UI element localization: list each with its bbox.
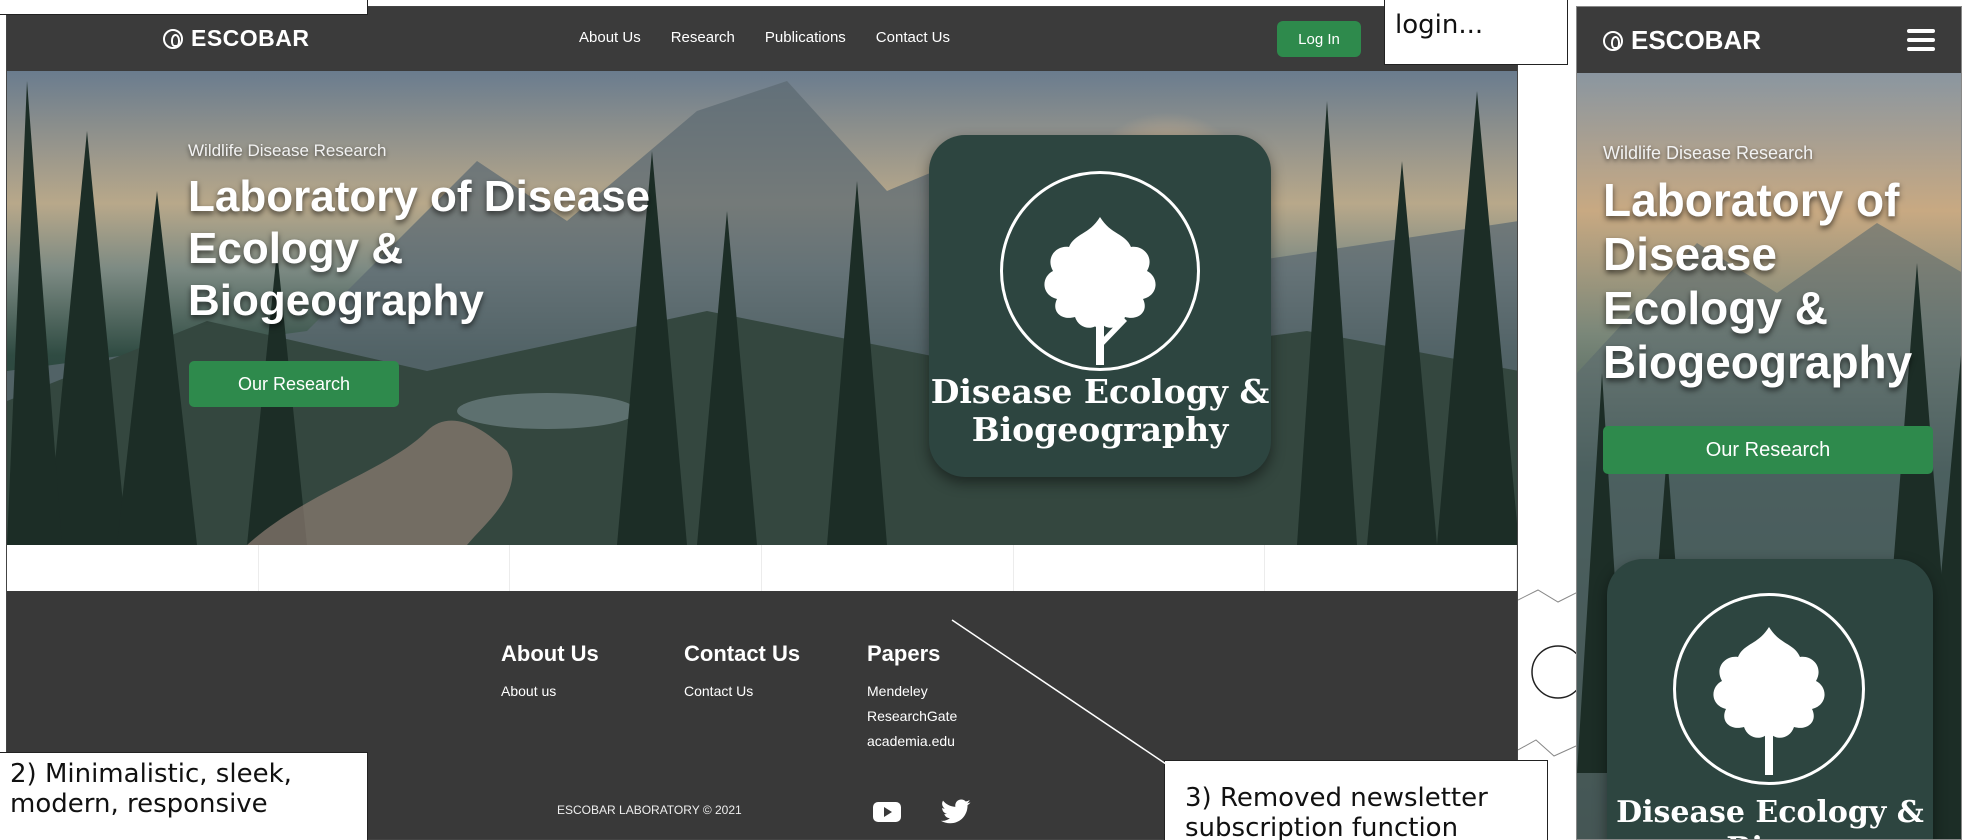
nav-research[interactable]: Research: [671, 29, 735, 46]
gear-sketch-decoration: [1518, 589, 1578, 757]
footer-col-contact: Contact Us Contact Us: [684, 641, 800, 704]
divider-strip: [7, 545, 1517, 591]
hamburger-menu-icon[interactable]: [1907, 29, 1935, 51]
annotation-note-1: login...: [1384, 0, 1568, 65]
hero-eyebrow: Wildlife Disease Research: [188, 141, 387, 160]
footer-link-academia[interactable]: academia.edu: [867, 729, 957, 754]
footer-heading-about: About Us: [501, 641, 599, 666]
footer-link-mendeley[interactable]: Mendeley: [867, 679, 957, 704]
mobile-brand-logo[interactable]: ESCOBAR: [1603, 25, 1761, 56]
footer-heading-papers: Papers: [867, 641, 941, 666]
annotation-note-1-text: login...: [1395, 10, 1484, 40]
our-research-button[interactable]: Our Research: [189, 361, 399, 407]
annotation-pointer-line: [951, 619, 1167, 765]
nav-publications[interactable]: Publications: [765, 29, 846, 46]
annotation-box-top-left: [0, 0, 368, 15]
leaf-logo-icon: [163, 28, 183, 49]
mobile-lab-emblem: Disease Ecology & Bio...: [1607, 559, 1933, 839]
mobile-navbar: ESCOBAR: [1577, 7, 1961, 73]
mobile-brand-name: ESCOBAR: [1631, 25, 1762, 55]
nav-contact-us[interactable]: Contact Us: [876, 29, 950, 46]
footer-link-about-us[interactable]: About us: [501, 679, 599, 704]
brand-logo[interactable]: ESCOBAR: [163, 25, 310, 52]
desktop-mockup: ESCOBAR About Us Research Publications C…: [6, 6, 1518, 840]
lab-emblem: Disease Ecology & Biogeography: [929, 135, 1271, 477]
main-menu: About Us Research Publications Contact U…: [579, 29, 950, 46]
login-button[interactable]: Log In: [1277, 21, 1361, 57]
annotation-note-3: 3) Removed newsletter subscription funct…: [1164, 760, 1548, 840]
mobile-mockup: ESCOBAR Wildlife Disease Research Labora…: [1576, 6, 1962, 840]
hero-section: Wildlife Disease Research Laboratory of …: [7, 71, 1517, 545]
hero-title: Laboratory of Disease Ecology & Biogeogr…: [188, 172, 651, 325]
footer-heading-contact: Contact Us: [684, 641, 801, 666]
leaf-logo-icon: [1603, 30, 1623, 51]
footer-col-papers: Papers Mendeley ResearchGate academia.ed…: [867, 641, 957, 754]
brand-name: ESCOBAR: [191, 25, 310, 51]
annotation-note-2: 2) Minimalistic, sleek, modern, responsi…: [0, 752, 368, 840]
mobile-hero-title: Laboratory of Disease Ecology & Biogeogr…: [1603, 174, 1913, 388]
mobile-hero-section: Wildlife Disease Research Laboratory of …: [1577, 73, 1961, 839]
footer-link-researchgate[interactable]: ResearchGate: [867, 704, 957, 729]
mobile-emblem-text: Disease Ecology & Bio...: [1616, 795, 1924, 839]
footer-link-contact-us[interactable]: Contact Us: [684, 679, 800, 704]
footer-col-about: About Us About us: [501, 641, 599, 704]
nav-about-us[interactable]: About Us: [579, 29, 641, 46]
mobile-hero-eyebrow: Wildlife Disease Research: [1603, 143, 1814, 163]
twitter-icon[interactable]: [941, 799, 971, 825]
emblem-text: Disease Ecology & Biogeography: [930, 372, 1270, 449]
top-navbar: ESCOBAR About Us Research Publications C…: [7, 7, 1517, 71]
copyright-text: ESCOBAR LABORATORY © 2021: [557, 803, 742, 817]
mobile-our-research-button[interactable]: Our Research: [1603, 426, 1933, 474]
youtube-icon[interactable]: [873, 802, 901, 822]
